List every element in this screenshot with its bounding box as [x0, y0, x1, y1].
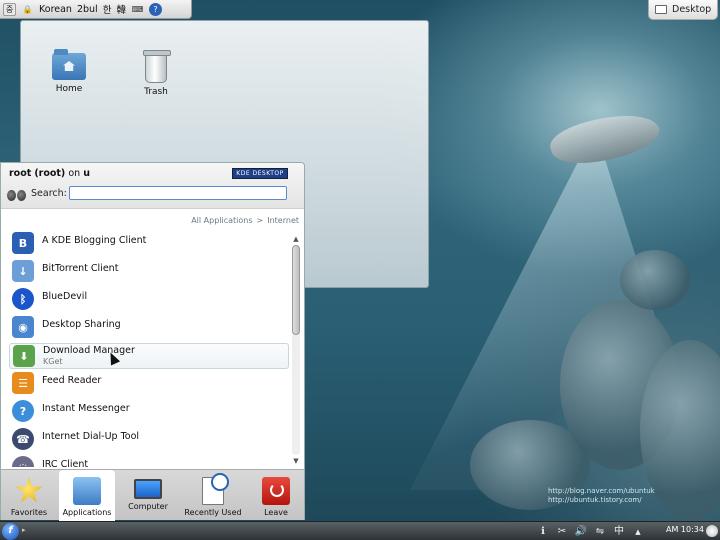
home-label: Home — [55, 84, 83, 94]
app-item-download-manager[interactable]: ⬇ Download Manager KGet — [9, 343, 289, 369]
panel-toolbox-icon[interactable] — [706, 525, 718, 537]
input-method-icon[interactable]: 중 — [3, 2, 16, 16]
scroll-up-arrow[interactable]: ▲ — [291, 235, 301, 244]
scroll-down-arrow[interactable]: ▼ — [291, 457, 301, 466]
search-label: Search: — [31, 188, 67, 199]
user-info: root (root) on u — [9, 168, 90, 179]
breadcrumb-internet[interactable]: Internet — [267, 216, 299, 225]
input-method-tray-icon[interactable]: 中 — [612, 525, 626, 539]
launcher-tabs: Favorites Applications Computer Recently… — [1, 469, 304, 521]
panel-handle-icon[interactable]: ▸ — [22, 526, 29, 537]
tab-applications[interactable]: Applications — [59, 470, 115, 521]
info-icon[interactable]: ℹ — [536, 525, 550, 539]
binoculars-icon — [5, 185, 29, 203]
search-input[interactable] — [69, 186, 287, 200]
keyboard-icon[interactable]: ⌨ — [131, 3, 144, 16]
app-item-blogging-client[interactable]: B A KDE Blogging Client — [9, 231, 289, 257]
trash-icon — [143, 50, 171, 83]
breadcrumb: All Applications > Internet — [191, 216, 299, 225]
trash-folder[interactable]: Trash — [126, 50, 186, 97]
bluetooth-icon: ᛒ — [12, 288, 34, 310]
app-item-instant-messenger[interactable]: ? Instant Messenger — [9, 399, 289, 425]
app-item-feed-reader[interactable]: ☰ Feed Reader — [9, 371, 289, 397]
computer-icon — [134, 479, 162, 499]
app-list-scrollbar[interactable]: ▲ ▼ — [291, 235, 301, 465]
app-item-bluedevil[interactable]: ᛒ BlueDevil — [9, 287, 289, 313]
tray-expand-icon[interactable]: ▲ — [631, 525, 645, 539]
klipper-icon[interactable]: ✂ — [555, 525, 569, 539]
tab-favorites[interactable]: Favorites — [1, 470, 57, 521]
home-folder[interactable]: Home — [39, 49, 99, 94]
konversation-icon: ◌ — [12, 456, 34, 467]
breadcrumb-all-applications[interactable]: All Applications — [191, 216, 252, 225]
app-item-desktop-sharing[interactable]: ◉ Desktop Sharing — [9, 315, 289, 341]
system-tray: ℹ ✂ 🔊 ⇋ 中 ▲ — [536, 523, 645, 540]
scroll-thumb[interactable] — [292, 245, 300, 335]
application-list: B A KDE Blogging Client ↓ BitTorrent Cli… — [1, 231, 291, 467]
kickoff-launcher: root (root) on u KDE DESKTOP Search: All… — [0, 162, 305, 521]
launcher-header: root (root) on u KDE DESKTOP Search: — [1, 163, 304, 209]
tab-recently-used[interactable]: Recently Used — [181, 470, 245, 521]
desktop-activity-button[interactable]: Desktop — [648, 0, 718, 20]
app-item-dialup-tool[interactable]: ☎ Internet Dial-Up Tool — [9, 427, 289, 453]
wallpaper-watermark: http://blog.naver.com/ubuntuk http://ubu… — [548, 487, 655, 504]
kopete-icon: ? — [12, 400, 34, 422]
recently-used-icon — [202, 473, 229, 505]
language-label[interactable]: Korean — [39, 4, 72, 15]
tab-leave[interactable]: Leave — [248, 470, 304, 521]
kget-icon: ⬇ — [13, 345, 35, 367]
app-item-bittorrent-client[interactable]: ↓ BitTorrent Client — [9, 259, 289, 285]
akregator-icon: ☰ — [12, 372, 34, 394]
tab-computer[interactable]: Computer — [120, 470, 176, 521]
network-icon[interactable]: ⇋ — [593, 525, 607, 539]
home-folder-icon — [52, 49, 86, 80]
volume-icon[interactable]: 🔊 — [574, 525, 588, 539]
desktop-icon — [655, 5, 667, 14]
hangul-mode-label[interactable]: 한 — [103, 2, 112, 16]
desktop-sharing-icon: ◉ — [12, 316, 34, 338]
hanja-mode-label[interactable]: 韓 — [116, 2, 126, 16]
app-item-irc-client[interactable]: ◌ IRC Client — [9, 455, 289, 467]
top-panel: 중 🔒 Korean 2bul 한 韓 ⌨ ? — [0, 0, 192, 19]
blogilo-icon: B — [12, 232, 34, 254]
ktorrent-icon: ↓ — [12, 260, 34, 282]
kppp-icon: ☎ — [12, 428, 34, 450]
star-icon — [15, 477, 43, 503]
application-launcher-button[interactable]: f — [2, 523, 19, 540]
trash-label: Trash — [144, 87, 168, 97]
desktop-button-label: Desktop — [672, 4, 712, 15]
keyboard-layout-label[interactable]: 2bul — [77, 4, 98, 15]
bottom-taskbar: f ▸ ℹ ✂ 🔊 ⇋ 中 ▲ AM 10:34 — [0, 521, 720, 540]
kde-desktop-logo: KDE DESKTOP — [232, 168, 288, 179]
help-icon[interactable]: ? — [148, 2, 162, 16]
applications-icon — [73, 477, 101, 505]
rock-4 — [620, 250, 690, 310]
digital-clock[interactable]: AM 10:34 — [666, 525, 704, 534]
lock-icon[interactable]: 🔒 — [21, 3, 34, 16]
leave-icon — [262, 477, 290, 505]
